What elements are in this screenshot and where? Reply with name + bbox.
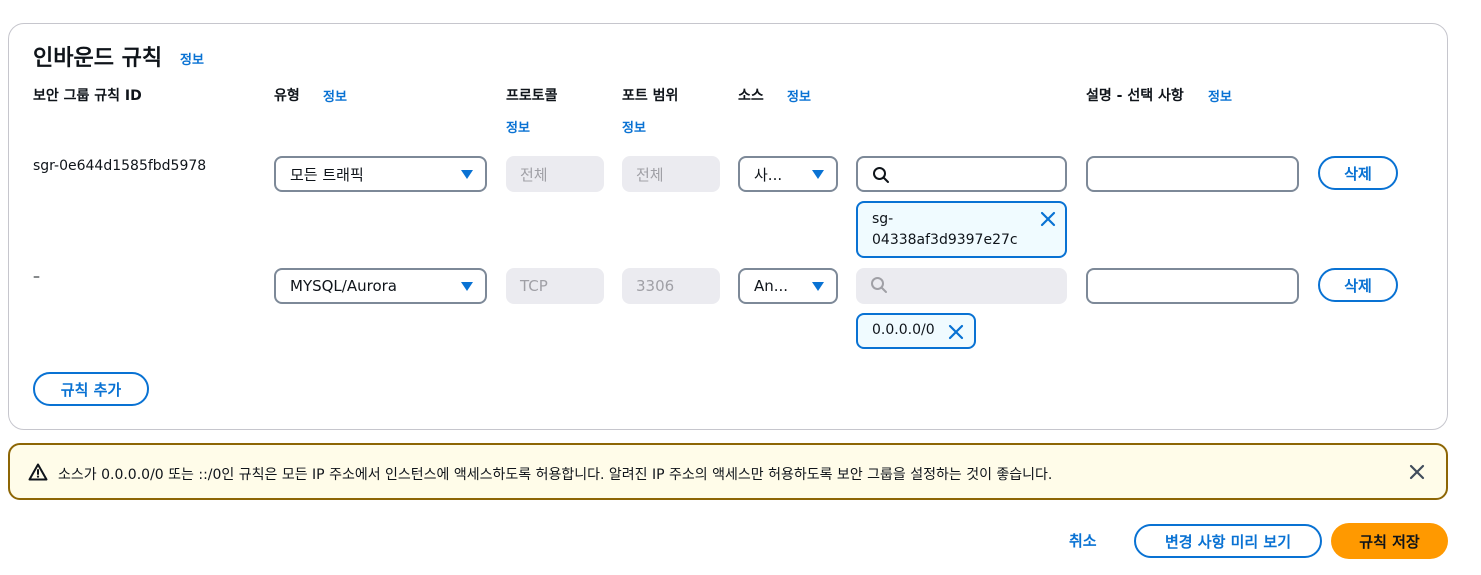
- type-select-value: MYSQL/Aurora: [290, 277, 397, 295]
- panel-title: 인바운드 규칙: [33, 46, 163, 71]
- source-token-line2: 04338af3d9397e27c: [872, 232, 1018, 248]
- source-token: sg- 04338af3d9397e27c: [856, 201, 1067, 258]
- header-source: 소스: [738, 88, 764, 104]
- source-type-select[interactable]: An...: [738, 268, 838, 304]
- source-type-select[interactable]: 사...: [738, 156, 838, 192]
- warning-alert: 소스가 0.0.0.0/0 또는 ::/0인 규칙은 모든 IP 주소에서 인스…: [8, 443, 1448, 500]
- rule-id-text: sgr-0e644d1585fbd5978: [33, 158, 207, 174]
- source-token-value: 0.0.0.0/0: [872, 322, 935, 338]
- header-protocol-info-link[interactable]: 정보: [506, 117, 530, 136]
- protocol-value: TCP: [520, 277, 548, 295]
- header-type: 유형: [274, 88, 300, 104]
- warning-text: 소스가 0.0.0.0/0 또는 ::/0인 규칙은 모든 IP 주소에서 인스…: [58, 467, 1053, 483]
- title-info-link[interactable]: 정보: [180, 49, 204, 68]
- rule-id-text: –: [33, 269, 40, 285]
- dismiss-alert-icon[interactable]: [1409, 464, 1425, 480]
- header-port-info-link[interactable]: 정보: [622, 117, 646, 136]
- protocol-value: 전체: [520, 165, 548, 184]
- caret-down-icon: [812, 282, 824, 291]
- add-rule-button[interactable]: 규칙 추가: [33, 372, 149, 406]
- source-type-value: An...: [754, 277, 789, 295]
- port-range-field: 전체: [622, 156, 720, 192]
- source-token: 0.0.0.0/0: [856, 313, 976, 349]
- header-protocol: 프로토콜: [506, 88, 558, 104]
- header-description: 설명 - 선택 사항: [1086, 88, 1184, 104]
- description-input[interactable]: [1086, 156, 1299, 192]
- source-search-input[interactable]: [856, 156, 1067, 192]
- delete-rule-button[interactable]: 삭제: [1318, 268, 1398, 302]
- header-description-info-link[interactable]: 정보: [1208, 86, 1232, 105]
- header-type-info-link[interactable]: 정보: [323, 86, 347, 105]
- protocol-field: 전체: [506, 156, 604, 192]
- cancel-button[interactable]: 취소: [1069, 530, 1097, 551]
- type-select[interactable]: 모든 트래픽: [274, 156, 487, 192]
- port-range-value: 3306: [636, 277, 675, 295]
- close-icon[interactable]: [948, 324, 964, 340]
- description-input[interactable]: [1086, 268, 1299, 304]
- close-icon[interactable]: [1040, 211, 1056, 227]
- preview-changes-button[interactable]: 변경 사항 미리 보기: [1134, 524, 1322, 558]
- header-rule-id: 보안 그룹 규칙 ID: [33, 88, 142, 104]
- source-type-value: 사...: [754, 165, 783, 184]
- warning-icon: [28, 463, 48, 481]
- protocol-field: TCP: [506, 268, 604, 304]
- caret-down-icon: [461, 170, 473, 179]
- search-icon: [873, 167, 889, 183]
- save-rules-button[interactable]: 규칙 저장: [1331, 523, 1448, 559]
- type-select[interactable]: MYSQL/Aurora: [274, 268, 487, 304]
- source-token-line1: sg-: [872, 211, 894, 227]
- inbound-rules-panel: 인바운드 규칙 정보 보안 그룹 규칙 ID 유형 정보 프로토콜 정보 포트 …: [8, 23, 1448, 430]
- caret-down-icon: [461, 282, 473, 291]
- source-search-input: [856, 268, 1067, 304]
- header-port-range: 포트 범위: [622, 88, 679, 104]
- type-select-value: 모든 트래픽: [290, 165, 364, 184]
- port-range-field: 3306: [622, 268, 720, 304]
- search-icon: [871, 277, 887, 293]
- port-range-value: 전체: [636, 165, 664, 184]
- caret-down-icon: [812, 170, 824, 179]
- delete-rule-button[interactable]: 삭제: [1318, 156, 1398, 190]
- header-source-info-link[interactable]: 정보: [787, 86, 811, 105]
